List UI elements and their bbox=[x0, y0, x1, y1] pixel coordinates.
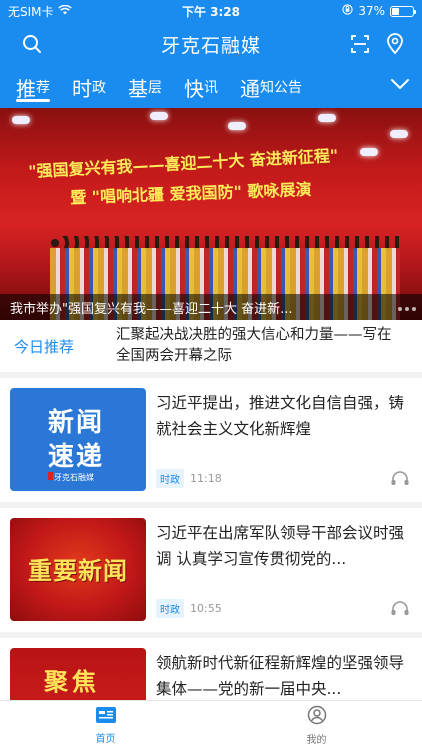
headphones-icon[interactable] bbox=[390, 470, 410, 490]
news-item[interactable]: 重要新闻 习近平在出席军队领导干部会议时强调 认真学习宣传贯彻党的... 时政 … bbox=[0, 508, 422, 632]
app-title: 牙克石融媒 bbox=[160, 34, 261, 57]
news-thumbnail: 新闻 速递 牙克石融媒 bbox=[10, 388, 146, 491]
carousel-dots bbox=[398, 307, 416, 311]
home-icon bbox=[95, 706, 117, 727]
news-item[interactable]: 新闻 速递 牙克石融媒 习近平提出，推进文化自信自强，铸就社会主义文化新辉煌 时… bbox=[0, 378, 422, 502]
app-header: 牙克石融媒 bbox=[0, 22, 422, 66]
battery-icon bbox=[390, 5, 416, 17]
today-recommend-text: 汇聚起决战决胜的强大信心和力量——写在全国两会开幕之际 bbox=[116, 327, 392, 364]
category-tabs: 推荐 时政 基层 快讯 通知公告 bbox=[0, 66, 422, 108]
user-icon bbox=[307, 705, 327, 728]
tab-flash-news[interactable]: 快讯 bbox=[184, 66, 218, 108]
headphones-icon[interactable] bbox=[390, 600, 410, 620]
news-title: 习近平提出，推进文化自信自强，铸就社会主义文化新辉煌 bbox=[156, 394, 405, 438]
news-thumbnail: 聚焦 bbox=[10, 648, 146, 700]
tab-politics[interactable]: 时政 bbox=[72, 66, 106, 108]
status-bar: 无SIM卡 下午 3:28 37% bbox=[0, 0, 422, 22]
chevron-down-icon[interactable] bbox=[390, 76, 410, 95]
news-title: 习近平在出席军队领导干部会议时强调 认真学习宣传贯彻党的... bbox=[156, 524, 405, 568]
banner-stage-line2: 暨 "唱响北疆 爱我国防" 歌咏展演 bbox=[69, 179, 312, 208]
bottom-tab-bar: 首页 我的 bbox=[0, 700, 422, 750]
tab-home[interactable]: 首页 bbox=[0, 701, 211, 750]
battery-percent: 37% bbox=[358, 4, 385, 18]
today-recommend[interactable]: 今日推荐 汇聚起决战决胜的强大信心和力量——写在全国两会开幕之际 bbox=[0, 320, 422, 372]
tab-home-label: 首页 bbox=[95, 734, 116, 745]
location-icon[interactable] bbox=[386, 33, 404, 59]
tab-notices[interactable]: 通知公告 bbox=[240, 66, 302, 108]
today-recommend-label: 今日推荐 bbox=[14, 337, 75, 356]
banner-carousel[interactable]: "强国复兴有我——喜迎二十大 奋进新征程" 暨 "唱响北疆 爱我国防" 歌咏展演… bbox=[0, 108, 422, 320]
news-tag: 时政 bbox=[156, 469, 184, 488]
news-thumbnail: 重要新闻 bbox=[10, 518, 146, 621]
banner-caption[interactable]: 我市举办"强国复兴有我——喜迎二十大 奋进新... bbox=[0, 294, 422, 320]
news-item[interactable]: 聚焦 领航新时代新征程新辉煌的坚强领导集体——党的新一届中央... bbox=[0, 638, 422, 700]
carrier-label: 无SIM卡 bbox=[8, 4, 54, 19]
tab-grassroots[interactable]: 基层 bbox=[128, 66, 162, 108]
news-time: 10:55 bbox=[190, 602, 222, 615]
news-title: 领航新时代新征程新辉煌的坚强领导集体——党的新一届中央... bbox=[156, 654, 405, 698]
search-icon[interactable] bbox=[22, 34, 42, 58]
tab-recommend[interactable]: 推荐 bbox=[16, 66, 50, 108]
news-tag: 时政 bbox=[156, 599, 184, 618]
scan-icon[interactable] bbox=[350, 34, 370, 58]
orientation-lock-icon bbox=[342, 4, 353, 18]
news-time: 11:18 bbox=[190, 472, 222, 485]
wifi-icon bbox=[57, 4, 72, 18]
tab-mine[interactable]: 我的 bbox=[211, 701, 422, 750]
tab-mine-label: 我的 bbox=[306, 735, 327, 746]
